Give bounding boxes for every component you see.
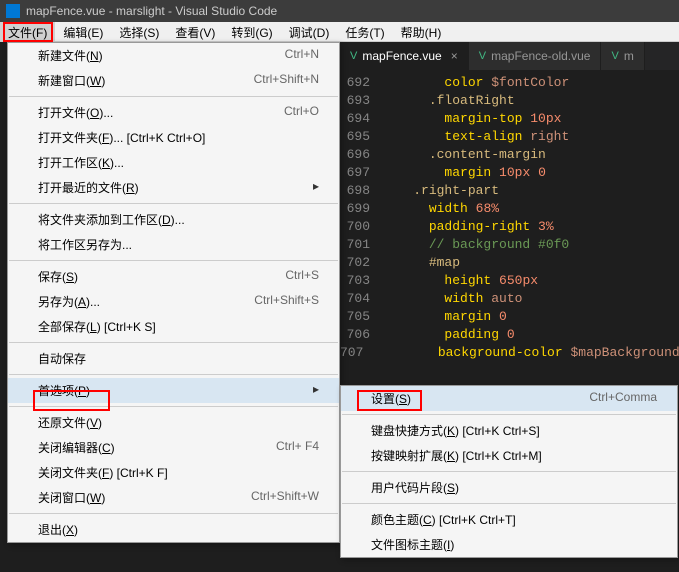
line-number: 701 xyxy=(340,236,382,254)
line-number: 705 xyxy=(340,308,382,326)
line-number: 696 xyxy=(340,146,382,164)
code-line[interactable]: 696 .content-margin xyxy=(340,146,679,164)
editor-tab-1[interactable]: VmapFence-old.vue xyxy=(469,42,602,70)
code-line[interactable]: 692 color $fontColor xyxy=(340,74,679,92)
menu-separator xyxy=(9,342,338,343)
menu-item-12[interactable]: 另存为(A)...Ctrl+Shift+S xyxy=(8,289,339,314)
menu-item-7[interactable]: 颜色主题(C) [Ctrl+K Ctrl+T] xyxy=(341,507,677,532)
menu-bar: 文件(F)编辑(E)选择(S)查看(V)转到(G)调试(D)任务(T)帮助(H) xyxy=(0,22,679,42)
shortcut: Ctrl+ F4 xyxy=(276,439,319,456)
menu-item-6[interactable]: 打开最近的文件(R)▸ xyxy=(8,175,339,200)
menu-item-19[interactable]: 还原文件(V) xyxy=(8,410,339,435)
menu-item-20[interactable]: 关闭编辑器(C)Ctrl+ F4 xyxy=(8,435,339,460)
code-editor[interactable]: 692 color $fontColor693 .floatRight694 m… xyxy=(340,70,679,362)
menu-separator xyxy=(9,513,338,514)
line-number: 704 xyxy=(340,290,382,308)
menu-item-15[interactable]: 自动保存 xyxy=(8,346,339,371)
window-title: mapFence.vue - marslight - Visual Studio… xyxy=(26,0,277,22)
code-line[interactable]: 704 width auto xyxy=(340,290,679,308)
menu-item-5[interactable]: 用户代码片段(S) xyxy=(341,475,677,500)
line-number: 706 xyxy=(340,326,382,344)
code-line[interactable]: 705 margin 0 xyxy=(340,308,679,326)
menu-item-settings[interactable]: 设置(S)Ctrl+Comma xyxy=(341,386,677,411)
menu-2[interactable]: 选择(S) xyxy=(111,22,167,41)
line-number: 698 xyxy=(340,182,382,200)
line-number: 703 xyxy=(340,272,382,290)
line-number: 693 xyxy=(340,92,382,110)
close-icon[interactable]: × xyxy=(451,49,458,63)
menu-3[interactable]: 查看(V) xyxy=(167,22,223,41)
vue-icon: V xyxy=(479,50,486,62)
menu-5[interactable]: 调试(D) xyxy=(281,22,338,41)
line-number: 692 xyxy=(340,74,382,92)
menu-item-11[interactable]: 保存(S)Ctrl+S xyxy=(8,264,339,289)
menu-item-24[interactable]: 退出(X) xyxy=(8,517,339,542)
vscode-icon xyxy=(6,4,20,18)
code-line[interactable]: 701 // background #0f0 xyxy=(340,236,679,254)
menu-separator xyxy=(9,203,338,204)
menu-separator xyxy=(9,96,338,97)
code-line[interactable]: 699 width 68% xyxy=(340,200,679,218)
vue-icon: V xyxy=(350,50,357,62)
menu-separator xyxy=(9,260,338,261)
title-bar: mapFence.vue - marslight - Visual Studio… xyxy=(0,0,679,22)
line-number: 699 xyxy=(340,200,382,218)
code-line[interactable]: 702 #map xyxy=(340,254,679,272)
code-line[interactable]: 693 .floatRight xyxy=(340,92,679,110)
menu-item-preferences[interactable]: 首选项(P)▸ xyxy=(8,378,339,403)
menu-item-9[interactable]: 将工作区另存为... xyxy=(8,232,339,257)
shortcut: Ctrl+N xyxy=(285,47,319,64)
menu-6[interactable]: 任务(T) xyxy=(337,22,392,41)
submenu-arrow-icon: ▸ xyxy=(303,382,319,399)
menu-item-3[interactable]: 按键映射扩展(K) [Ctrl+K Ctrl+M] xyxy=(341,443,677,468)
menu-separator xyxy=(9,406,338,407)
menu-item-22[interactable]: 关闭窗口(W)Ctrl+Shift+W xyxy=(8,485,339,510)
menu-item-8[interactable]: 将文件夹添加到工作区(D)... xyxy=(8,207,339,232)
shortcut: Ctrl+S xyxy=(285,268,319,285)
line-number: 694 xyxy=(340,110,382,128)
menu-7[interactable]: 帮助(H) xyxy=(393,22,450,41)
menu-item-8[interactable]: 文件图标主题(I) xyxy=(341,532,677,557)
code-line[interactable]: 695 text-align right xyxy=(340,128,679,146)
code-line[interactable]: 697 margin 10px 0 xyxy=(340,164,679,182)
line-number: 695 xyxy=(340,128,382,146)
code-line[interactable]: 703 height 650px xyxy=(340,272,679,290)
code-line[interactable]: 706 padding 0 xyxy=(340,326,679,344)
menu-item-4[interactable]: 打开文件夹(F)... [Ctrl+K Ctrl+O] xyxy=(8,125,339,150)
menu-separator xyxy=(342,414,676,415)
menu-item-13[interactable]: 全部保存(L) [Ctrl+K S] xyxy=(8,314,339,339)
line-number: 707 xyxy=(340,344,375,362)
menu-1[interactable]: 编辑(E) xyxy=(55,22,111,41)
editor-tab-2[interactable]: Vm xyxy=(601,42,644,70)
menu-item-21[interactable]: 关闭文件夹(F) [Ctrl+K F] xyxy=(8,460,339,485)
shortcut: Ctrl+O xyxy=(284,104,319,121)
menu-separator xyxy=(342,503,676,504)
shortcut: Ctrl+Shift+N xyxy=(254,72,319,89)
code-line[interactable]: 700 padding-right 3% xyxy=(340,218,679,236)
vue-icon: V xyxy=(611,50,618,62)
editor-tabs: VmapFence.vue×VmapFence-old.vueVm xyxy=(340,42,679,70)
line-number: 702 xyxy=(340,254,382,272)
preferences-submenu: 设置(S)Ctrl+Comma 键盘快捷方式(K) [Ctrl+K Ctrl+S]… xyxy=(340,385,678,558)
menu-separator xyxy=(9,374,338,375)
code-line[interactable]: 694 margin-top 10px xyxy=(340,110,679,128)
shortcut: Ctrl+Shift+W xyxy=(251,489,319,506)
submenu-arrow-icon: ▸ xyxy=(303,179,319,196)
menu-4[interactable]: 转到(G) xyxy=(223,22,280,41)
menu-item-1[interactable]: 新建窗口(W)Ctrl+Shift+N xyxy=(8,68,339,93)
line-number: 697 xyxy=(340,164,382,182)
menu-item-0[interactable]: 新建文件(N)Ctrl+N xyxy=(8,43,339,68)
shortcut: Ctrl+Comma xyxy=(589,390,657,407)
editor-tab-0[interactable]: VmapFence.vue× xyxy=(340,42,469,70)
code-line[interactable]: 698 .right-part xyxy=(340,182,679,200)
menu-0[interactable]: 文件(F) xyxy=(0,22,55,41)
menu-item-5[interactable]: 打开工作区(K)... xyxy=(8,150,339,175)
code-line[interactable]: 707 background-color $mapBackground xyxy=(340,344,679,362)
shortcut: Ctrl+Shift+S xyxy=(254,293,319,310)
file-menu-dropdown: 新建文件(N)Ctrl+N新建窗口(W)Ctrl+Shift+N 打开文件(O).… xyxy=(7,42,340,543)
menu-item-3[interactable]: 打开文件(O)...Ctrl+O xyxy=(8,100,339,125)
menu-item-2[interactable]: 键盘快捷方式(K) [Ctrl+K Ctrl+S] xyxy=(341,418,677,443)
menu-separator xyxy=(342,471,676,472)
line-number: 700 xyxy=(340,218,382,236)
